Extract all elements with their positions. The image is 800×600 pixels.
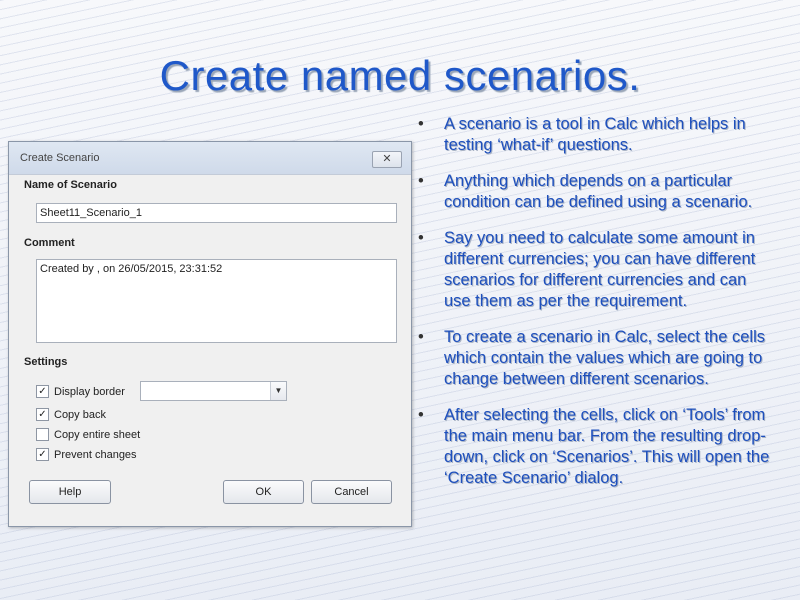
prevent-changes-checkbox[interactable]: ✓ Prevent changes (36, 447, 137, 462)
checkbox-checked-icon: ✓ (36, 385, 49, 398)
name-of-scenario-label: Name of Scenario (24, 179, 117, 191)
bullet-item: • Anything which depends on a particular … (412, 171, 772, 213)
comment-textarea[interactable]: Created by , on 26/05/2015, 23:31:52 (36, 259, 397, 343)
border-color-select[interactable]: ▼ (140, 381, 287, 401)
create-scenario-dialog: Create Scenario ✕ Name of Scenario Sheet… (8, 141, 412, 527)
bullet-text: Anything which depends on a particular c… (444, 172, 753, 211)
checkbox-checked-icon: ✓ (36, 408, 49, 421)
ok-button[interactable]: OK (223, 480, 304, 504)
dialog-titlebar: Create Scenario ✕ (9, 142, 411, 175)
checkbox-label: Copy back (54, 408, 106, 421)
bullet-text: Say you need to calculate some amount in… (444, 229, 756, 310)
checkbox-label: Prevent changes (54, 448, 137, 461)
bullet-item: • To create a scenario in Calc, select th… (412, 327, 772, 390)
bullet-dot-icon: • (418, 229, 424, 247)
bullet-dot-icon: • (418, 172, 424, 190)
bullet-dot-icon: • (418, 406, 424, 424)
bullet-dot-icon: • (418, 115, 424, 133)
display-border-checkbox[interactable]: ✓ Display border (36, 384, 125, 399)
checkbox-label: Display border (54, 385, 125, 398)
help-button[interactable]: Help (29, 480, 111, 504)
checkbox-unchecked-icon (36, 428, 49, 441)
copy-back-checkbox[interactable]: ✓ Copy back (36, 407, 106, 422)
slide-title: Create named scenarios. (159, 52, 641, 99)
bullet-dot-icon: • (418, 328, 424, 346)
bullet-text: To create a scenario in Calc, select the… (444, 328, 765, 388)
close-icon[interactable]: ✕ (372, 151, 402, 168)
checkbox-checked-icon: ✓ (36, 448, 49, 461)
copy-entire-sheet-checkbox[interactable]: Copy entire sheet (36, 427, 140, 442)
checkbox-label: Copy entire sheet (54, 428, 141, 441)
cancel-button[interactable]: Cancel (311, 480, 392, 504)
bullet-item: • After selecting the cells, click on ‘To… (412, 405, 772, 489)
bullet-item: • A scenario is a tool in Calc which help… (412, 114, 772, 156)
bullet-text: After selecting the cells, click on ‘Too… (444, 406, 770, 487)
comment-label: Comment (24, 237, 75, 249)
bullet-list: • A scenario is a tool in Calc which help… (412, 114, 772, 504)
chevron-down-icon: ▼ (270, 382, 286, 400)
bullet-item: • Say you need to calculate some amount i… (412, 228, 772, 312)
scenario-name-input[interactable]: Sheet11_Scenario_1 (36, 203, 397, 223)
settings-label: Settings (24, 356, 68, 368)
bullet-text: A scenario is a tool in Calc which helps… (444, 115, 746, 154)
dialog-title: Create Scenario (20, 152, 100, 164)
